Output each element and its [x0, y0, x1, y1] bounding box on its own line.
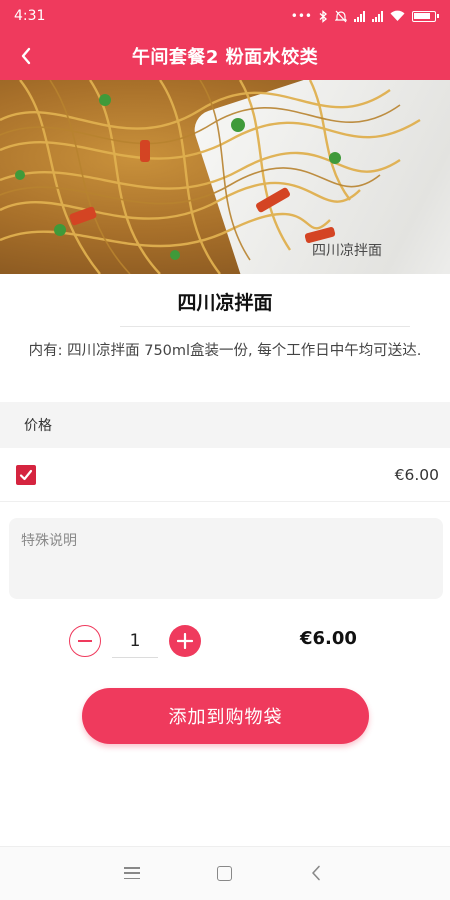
increase-quantity-button[interactable]: [169, 625, 201, 657]
divider: [120, 326, 410, 327]
checkmark-icon: [19, 469, 33, 480]
bluetooth-icon: [319, 9, 327, 23]
add-to-bag-button[interactable]: 添加到购物袋: [82, 688, 369, 744]
quantity-stepper: 1 €6.00: [0, 620, 450, 662]
chevron-left-icon: [21, 47, 31, 65]
menu-icon[interactable]: [124, 867, 140, 879]
dots-icon: •••: [290, 9, 312, 23]
price-section-header: 价格: [0, 402, 450, 448]
price-header-label: 价格: [24, 418, 52, 434]
status-time: 4:31: [14, 8, 46, 24]
special-instructions-field[interactable]: [9, 518, 443, 599]
decrease-quantity-button[interactable]: [69, 625, 101, 657]
signal-icon-2: [372, 10, 383, 22]
minus-icon: [78, 640, 92, 642]
system-nav-bar: [0, 846, 450, 900]
noodles-graphic: [0, 80, 421, 274]
image-watermark: 四川凉拌面: [312, 243, 382, 259]
mute-icon: [335, 10, 347, 22]
status-icons: •••: [290, 9, 439, 23]
signal-icon: [354, 10, 365, 22]
wifi-icon: [390, 10, 405, 21]
option-price: €6.00: [394, 465, 439, 484]
page-title: 午间套餐2 粉面水饺类: [131, 47, 319, 68]
price-option-row[interactable]: €6.00: [0, 448, 450, 502]
status-bar: 4:31 •••: [0, 0, 450, 32]
battery-icon: [412, 10, 439, 22]
app-bar: 午间套餐2 粉面水饺类: [0, 32, 450, 80]
home-icon[interactable]: [217, 866, 232, 881]
back-button[interactable]: [6, 32, 46, 80]
back-nav-icon[interactable]: [310, 865, 322, 881]
plus-icon: [177, 633, 193, 649]
price-checkbox[interactable]: [16, 464, 36, 485]
quantity-value[interactable]: 1: [112, 624, 158, 658]
dish-description: 内有: 四川凉拌面 750ml盒装一份, 每个工作日中午均可送达.: [28, 343, 422, 359]
total-price: €6.00: [300, 628, 357, 649]
dish-name: 四川凉拌面: [177, 292, 273, 314]
dish-image: 四川凉拌面: [0, 80, 450, 274]
